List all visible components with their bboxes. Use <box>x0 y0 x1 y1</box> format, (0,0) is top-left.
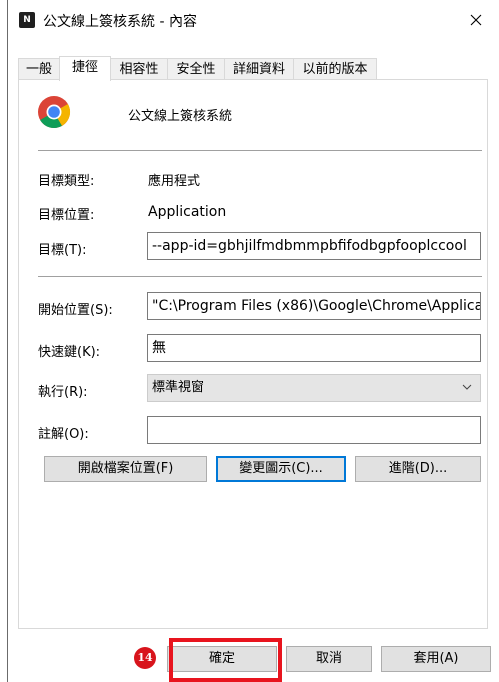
tab-strip: 一般 捷徑 相容性 安全性 詳細資料 以前的版本 <box>18 56 488 81</box>
properties-dialog: N 公文線上簽核系統 - 內容 一般 捷徑 相容性 安全性 詳細資料 以前的版本… <box>7 0 499 682</box>
ok-highlight-box <box>169 638 282 682</box>
chrome-icon <box>38 96 71 129</box>
tab-previous-versions[interactable]: 以前的版本 <box>293 58 377 79</box>
target-field[interactable]: --app-id=gbhjilfmdbmmpbfifodbgpfooplccoo… <box>147 232 481 260</box>
tab-general[interactable]: 一般 <box>18 58 60 79</box>
apply-button[interactable]: 套用(A) <box>381 646 491 672</box>
chevron-down-icon <box>462 384 472 390</box>
title-bar[interactable]: N 公文線上簽核系統 - 內容 <box>8 0 499 40</box>
run-select[interactable]: 標準視窗 <box>147 374 481 402</box>
comment-field[interactable] <box>147 416 481 444</box>
run-select-value: 標準視窗 <box>152 380 205 395</box>
app-name: 公文線上簽核系統 <box>128 109 233 124</box>
open-file-location-button[interactable]: 開啟檔案位置(F) <box>44 456 207 482</box>
start-in-field[interactable]: "C:\Program Files (x86)\Google\Chrome\Ap… <box>147 292 481 320</box>
run-label: 執行(R): <box>38 385 88 400</box>
target-type-value: 應用程式 <box>148 174 201 189</box>
target-location-label: 目標位置: <box>38 208 95 223</box>
comment-label: 註解(O): <box>38 427 89 442</box>
target-label: 目標(T): <box>38 243 87 258</box>
shortcut-key-field[interactable]: 無 <box>147 334 481 362</box>
app-icon: N <box>19 12 35 28</box>
cancel-button[interactable]: 取消 <box>286 646 372 672</box>
divider <box>38 276 482 277</box>
shortcut-key-label: 快速鍵(K): <box>38 345 101 360</box>
window-title: 公文線上簽核系統 - 內容 <box>43 14 197 30</box>
tab-shortcut[interactable]: 捷徑 <box>59 56 111 81</box>
change-icon-button[interactable]: 變更圖示(C)... <box>216 456 346 482</box>
divider <box>38 150 482 151</box>
tab-details[interactable]: 詳細資料 <box>224 58 294 79</box>
advanced-button[interactable]: 進階(D)... <box>355 456 481 482</box>
close-button[interactable] <box>453 0 499 40</box>
start-in-label: 開始位置(S): <box>38 303 113 318</box>
target-type-label: 目標類型: <box>38 174 95 189</box>
tab-security[interactable]: 安全性 <box>167 58 225 79</box>
target-location-value: Application <box>148 204 227 220</box>
close-icon <box>470 14 482 26</box>
tab-compatibility[interactable]: 相容性 <box>110 58 168 79</box>
step-number-badge: 14 <box>134 647 156 669</box>
